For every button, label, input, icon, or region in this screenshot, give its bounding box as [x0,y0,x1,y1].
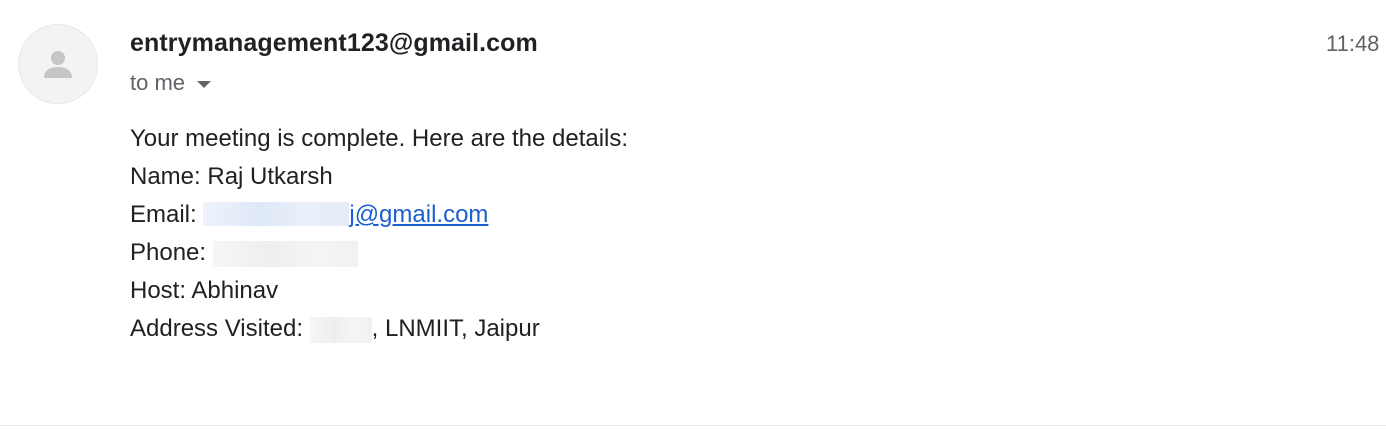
body-name-line: Name: Raj Utkarsh [130,163,333,190]
recipient-details-toggle[interactable]: to me [130,70,212,96]
recipient-label: to me [130,70,186,95]
redacted-phone-number [212,240,358,267]
visitor-email-link[interactable]: j@gmail.com [203,201,488,228]
body-address-suffix: , LNMIIT, Jaipur [371,315,540,342]
redacted-email-prefix [203,201,350,226]
message-divider [0,425,1386,426]
message-timestamp: 11:48 [1326,31,1380,56]
body-email-label: Email: [130,201,204,228]
body-email-line: Email: j@gmail.com [130,196,628,234]
body-address-line: Address Visited: , LNMIIT, Jaipur [130,310,628,348]
body-phone-label: Phone: [130,239,213,266]
body-intro: Your meeting is complete. Here are the d… [130,125,629,152]
body-phone-line: Phone: [130,234,628,272]
body-host-line: Host: Abhinav [130,277,279,304]
sender-avatar[interactable] [18,24,98,104]
person-icon [44,51,72,78]
message-body: Your meeting is complete. Here are the d… [130,120,628,348]
body-address-label: Address Visited: [130,315,310,342]
redacted-address-prefix [309,316,372,343]
sender-email[interactable]: entrymanagement123@gmail.com [130,29,538,58]
visitor-email-suffix: j@gmail.com [349,201,489,228]
caret-down-icon[interactable] [197,80,212,88]
